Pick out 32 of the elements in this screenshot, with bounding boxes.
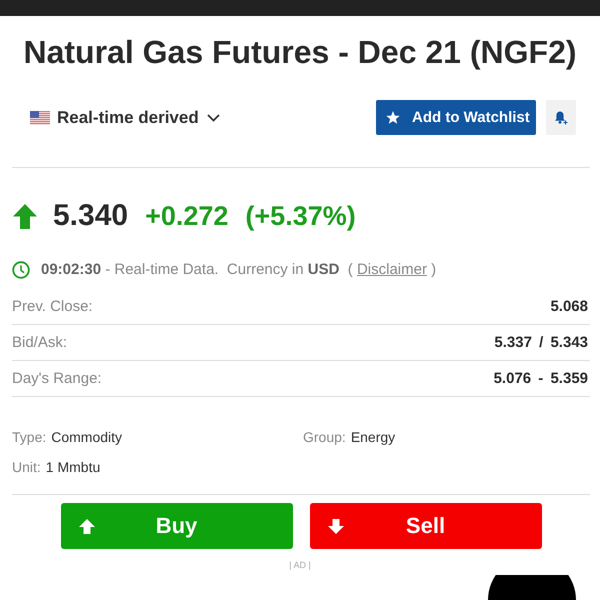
last-price: 5.340 <box>53 199 128 233</box>
stat-label: Bid/Ask: <box>12 334 68 351</box>
stat-value: 5.076 - 5.359 <box>494 370 588 387</box>
detail-label: Type: <box>12 429 46 445</box>
down-arrow-icon <box>328 518 344 534</box>
price-change: +0.272 <box>145 200 228 233</box>
sell-button[interactable]: Sell <box>310 503 542 549</box>
detail-value: 1 Mmbtu <box>46 459 100 475</box>
page-title: Natural Gas Futures - Dec 21 (NGF2) <box>23 34 577 71</box>
stat-label: Day's Range: <box>12 370 102 387</box>
add-to-watchlist-button[interactable]: Add to Watchlist <box>376 100 536 135</box>
data-source-dropdown[interactable]: Real-time derived <box>30 108 220 128</box>
percent-change: (+5.37%) <box>245 200 356 233</box>
disclaimer-link[interactable]: Disclaimer <box>356 261 427 278</box>
stat-value: 5.068 <box>550 298 588 315</box>
status-text: 09:02:30 - Real-time Data. Currency in USD ( Disclaimer ) <box>41 260 436 280</box>
caret-icon <box>206 114 220 122</box>
flag-icon <box>30 110 50 124</box>
bell-icon <box>554 110 568 125</box>
stat-label: Prev. Close: <box>12 298 93 315</box>
stat-value: 5.337 / 5.343 <box>494 334 588 351</box>
detail-value: Energy <box>350 429 396 445</box>
detail-value: Commodity <box>51 429 122 445</box>
detail-label: Group: <box>303 429 346 445</box>
up-arrow-icon <box>78 518 94 534</box>
buy-button[interactable]: Buy <box>60 503 292 549</box>
floating-button[interactable] <box>488 575 576 600</box>
add-alert-button[interactable] <box>546 100 576 135</box>
star-icon <box>386 111 400 124</box>
detail-label: Unit: <box>12 459 41 475</box>
clock-icon <box>12 261 30 279</box>
ad-label: | AD | <box>289 560 311 570</box>
